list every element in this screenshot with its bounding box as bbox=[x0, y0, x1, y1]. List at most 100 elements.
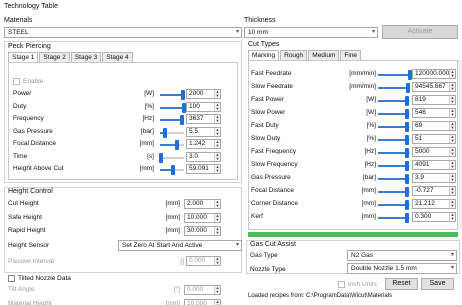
param-value-field[interactable]: -0.727 ▲ ▼ bbox=[412, 186, 456, 196]
param-slider[interactable] bbox=[160, 165, 184, 175]
slider-handle[interactable] bbox=[171, 165, 176, 175]
slider-handle[interactable] bbox=[174, 140, 179, 150]
param-slider[interactable] bbox=[378, 70, 412, 80]
tab-stage-3[interactable]: Stage 3 bbox=[70, 52, 102, 62]
param-slider[interactable] bbox=[160, 127, 184, 138]
param-value-field[interactable]: 5.5 ▲ ▼ bbox=[186, 126, 221, 137]
nozzle-type-select[interactable]: Double Nozzle 1.5 mm ▾ bbox=[347, 263, 457, 274]
param-slider[interactable] bbox=[378, 187, 410, 197]
spinner-arrows-icon[interactable]: ▲ ▼ bbox=[214, 257, 220, 265]
slider-handle[interactable] bbox=[404, 109, 409, 119]
spinner-arrows-icon[interactable]: ▲ ▼ bbox=[214, 286, 220, 294]
spinner-arrows-icon[interactable]: ▲ ▼ bbox=[449, 96, 455, 104]
param-slider[interactable] bbox=[378, 213, 410, 223]
param-value-field[interactable]: 2.000 ▲ ▼ bbox=[184, 199, 221, 209]
param-value-field[interactable]: 5000 ▲ ▼ bbox=[412, 147, 456, 157]
param-value-field[interactable]: 819 ▲ ▼ bbox=[412, 95, 456, 105]
param-value-field[interactable]: 0.000 ▲ ▼ bbox=[184, 285, 221, 295]
param-value-field[interactable]: 120000.000 ▲ ▼ bbox=[412, 69, 456, 79]
tab-stage-4[interactable]: Stage 4 bbox=[102, 52, 133, 62]
param-slider[interactable] bbox=[160, 102, 186, 113]
param-slider[interactable] bbox=[378, 148, 410, 158]
spinner-arrows-icon[interactable]: ▲ ▼ bbox=[449, 109, 455, 117]
param-value-field[interactable]: 51 ▲ ▼ bbox=[412, 134, 456, 144]
tab-stage-2[interactable]: Stage 2 bbox=[39, 52, 70, 62]
param-slider[interactable] bbox=[160, 115, 185, 125]
spinner-arrows-icon[interactable]: ▲ ▼ bbox=[449, 83, 455, 91]
spinner-arrows-icon[interactable]: ▲ ▼ bbox=[214, 299, 220, 305]
param-value-field[interactable]: 10.000 ▲ ▼ bbox=[184, 298, 221, 305]
tab-fine[interactable]: Fine bbox=[340, 50, 362, 60]
param-slider[interactable] bbox=[160, 90, 185, 100]
activate-button[interactable]: Activate bbox=[382, 25, 458, 39]
param-slider[interactable] bbox=[378, 109, 410, 119]
spinner-arrows-icon[interactable]: ▲ ▼ bbox=[449, 174, 455, 182]
enable-checkbox[interactable] bbox=[13, 78, 20, 85]
spinner-arrows-icon[interactable]: ▲ ▼ bbox=[214, 140, 220, 148]
spinner-arrows-icon[interactable]: ▲ ▼ bbox=[214, 90, 220, 98]
spinner-arrows-icon[interactable]: ▲ ▼ bbox=[214, 227, 220, 235]
param-slider[interactable] bbox=[378, 96, 410, 106]
param-value-field[interactable]: 3.9 ▲ ▼ bbox=[412, 173, 456, 183]
spinner-arrows-icon[interactable]: ▲ ▼ bbox=[449, 161, 455, 169]
param-value-field[interactable]: 2000 ▲ ▼ bbox=[186, 89, 221, 99]
slider-handle[interactable] bbox=[404, 213, 409, 223]
slider-handle[interactable] bbox=[404, 174, 409, 184]
param-value-field[interactable]: 21.212 ▲ ▼ bbox=[412, 199, 456, 209]
spinner-arrows-icon[interactable]: ▲ ▼ bbox=[449, 135, 455, 143]
param-value-field[interactable]: 3.0 ▲ ▼ bbox=[186, 151, 221, 162]
materials-select[interactable]: STEEL ▾ bbox=[4, 27, 242, 38]
spinner-arrows-icon[interactable]: ▲ ▼ bbox=[449, 200, 455, 208]
param-slider[interactable] bbox=[378, 200, 410, 210]
slider-handle[interactable] bbox=[180, 115, 185, 125]
param-slider[interactable] bbox=[378, 161, 410, 171]
param-slider[interactable] bbox=[159, 152, 184, 163]
param-slider[interactable] bbox=[378, 122, 410, 132]
param-value-field[interactable]: 4091 ▲ ▼ bbox=[412, 160, 456, 170]
tab-stage-1[interactable]: Stage 1 bbox=[8, 52, 39, 62]
slider-handle[interactable] bbox=[404, 161, 409, 171]
param-slider[interactable] bbox=[378, 83, 411, 93]
spinner-arrows-icon[interactable]: ▲ ▼ bbox=[449, 213, 455, 221]
thickness-select[interactable]: 10 mm ▾ bbox=[244, 27, 378, 38]
inch-units-checkbox[interactable] bbox=[338, 281, 345, 288]
slider-handle[interactable] bbox=[406, 83, 411, 93]
spinner-arrows-icon[interactable]: ▲ ▼ bbox=[449, 187, 455, 195]
save-button[interactable]: Save bbox=[421, 278, 454, 290]
param-value-field[interactable]: 100 ▲ ▼ bbox=[186, 101, 221, 112]
tab-marking[interactable]: Marking bbox=[248, 50, 280, 60]
height-sensor-select[interactable]: Set Zero At Start And Active ▾ bbox=[118, 240, 242, 251]
tilted-nozzle-checkbox[interactable] bbox=[8, 275, 15, 282]
reset-button[interactable]: Reset bbox=[385, 278, 418, 290]
slider-handle[interactable] bbox=[404, 148, 409, 158]
slider-handle[interactable] bbox=[404, 122, 409, 132]
slider-handle[interactable] bbox=[404, 96, 409, 106]
param-value-field[interactable]: 0.300 ▲ ▼ bbox=[412, 212, 456, 222]
spinner-arrows-icon[interactable]: ▲ ▼ bbox=[214, 152, 220, 161]
spinner-arrows-icon[interactable]: ▲ ▼ bbox=[214, 102, 220, 111]
spinner-arrows-icon[interactable]: ▲ ▼ bbox=[214, 200, 220, 208]
slider-handle[interactable] bbox=[404, 200, 409, 210]
param-value-field[interactable]: 30.000 ▲ ▼ bbox=[184, 226, 221, 236]
spinner-arrows-icon[interactable]: ▲ ▼ bbox=[449, 148, 455, 156]
slider-handle[interactable] bbox=[404, 187, 409, 197]
slider-handle[interactable] bbox=[163, 127, 168, 138]
spinner-arrows-icon[interactable]: ▲ ▼ bbox=[449, 122, 455, 130]
passive-interval-field[interactable]: 0.000 ▲ ▼ bbox=[186, 256, 221, 266]
param-value-field[interactable]: 59.091 ▲ ▼ bbox=[186, 164, 221, 174]
spinner-arrows-icon[interactable]: ▲ ▼ bbox=[214, 115, 220, 123]
param-value-field[interactable]: 546 ▲ ▼ bbox=[412, 108, 456, 118]
param-value-field[interactable]: 10.000 ▲ ▼ bbox=[184, 212, 221, 223]
spinner-arrows-icon[interactable]: ▲ ▼ bbox=[214, 127, 220, 136]
tab-rough[interactable]: Rough bbox=[280, 50, 308, 60]
param-slider[interactable] bbox=[160, 140, 184, 150]
tab-medium[interactable]: Medium bbox=[308, 50, 340, 60]
param-slider[interactable] bbox=[378, 174, 410, 184]
slider-handle[interactable] bbox=[159, 152, 164, 163]
param-slider[interactable] bbox=[378, 135, 410, 145]
spinner-arrows-icon[interactable]: ▲ ▼ bbox=[214, 165, 220, 173]
spinner-arrows-icon[interactable]: ▲ ▼ bbox=[214, 213, 220, 222]
param-value-field[interactable]: 94545.667 ▲ ▼ bbox=[412, 82, 456, 92]
param-value-field[interactable]: 1.242 ▲ ▼ bbox=[186, 139, 221, 149]
slider-handle[interactable] bbox=[180, 90, 185, 100]
